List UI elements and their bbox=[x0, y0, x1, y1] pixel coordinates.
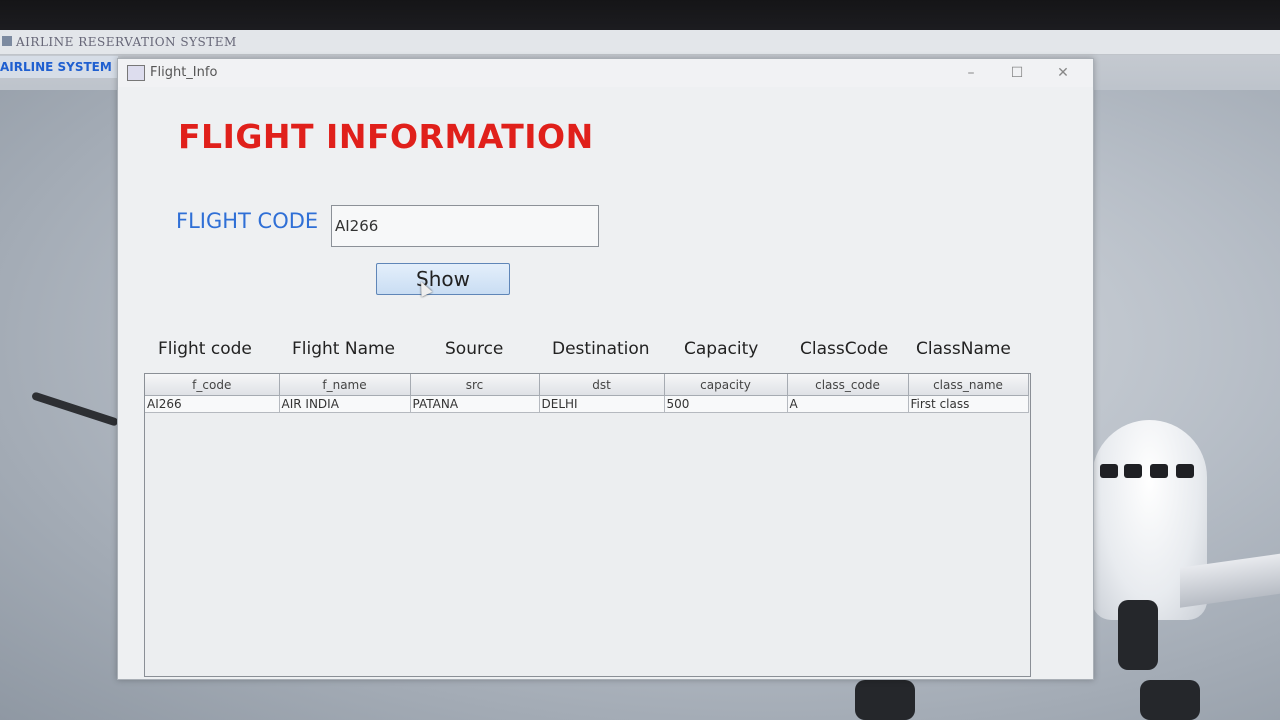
table-cell[interactable]: A bbox=[787, 395, 909, 413]
column-label: Flight Name bbox=[292, 339, 396, 359]
parent-window-titlebar: AIRLINE RESERVATION SYSTEM bbox=[0, 30, 1280, 55]
table-cell[interactable]: 500 bbox=[664, 395, 788, 413]
maximize-button[interactable]: ☐ bbox=[1002, 63, 1032, 83]
table-header-row: f_code f_name src dst capacity class_cod… bbox=[145, 374, 1029, 396]
window-titlebar[interactable]: Flight_Info – ☐ ✕ bbox=[118, 59, 1093, 87]
plane-window bbox=[1150, 464, 1168, 478]
landing-gear bbox=[1118, 600, 1158, 670]
table-cell[interactable]: AI266 bbox=[145, 395, 280, 413]
table-header[interactable]: f_name bbox=[279, 374, 411, 396]
table-header[interactable]: class_name bbox=[908, 374, 1029, 396]
column-label: Capacity bbox=[684, 339, 759, 359]
column-label: Flight code bbox=[158, 339, 252, 359]
column-label: Source bbox=[445, 339, 504, 359]
show-button[interactable]: Show bbox=[376, 263, 510, 295]
menubar: AIRLINE SYSTEM bbox=[0, 56, 118, 78]
landing-gear bbox=[1140, 680, 1200, 720]
table-cell[interactable]: AIR INDIA bbox=[279, 395, 411, 413]
minimize-button[interactable]: – bbox=[956, 63, 986, 83]
column-label: ClassName bbox=[916, 339, 1011, 359]
parent-window-title: AIRLINE RESERVATION SYSTEM bbox=[16, 35, 237, 49]
table-header[interactable]: capacity bbox=[664, 374, 788, 396]
table-header[interactable]: f_code bbox=[145, 374, 280, 396]
table-header[interactable]: src bbox=[410, 374, 540, 396]
plane-window bbox=[1176, 464, 1194, 478]
plane-window bbox=[1124, 464, 1142, 478]
column-label: Destination bbox=[552, 339, 650, 359]
app-icon bbox=[2, 36, 12, 46]
flight-code-label: FLIGHT CODE bbox=[176, 209, 319, 233]
table-cell[interactable]: PATANA bbox=[410, 395, 540, 413]
menu-airline-system[interactable]: AIRLINE SYSTEM bbox=[0, 60, 112, 74]
flight-table[interactable]: f_code f_name src dst capacity class_cod… bbox=[144, 373, 1031, 677]
table-row[interactable]: AI266 AIR INDIA PATANA DELHI 500 A First… bbox=[145, 395, 1029, 413]
close-button[interactable]: ✕ bbox=[1048, 63, 1078, 83]
flight-code-input[interactable] bbox=[331, 205, 599, 247]
table-cell[interactable]: DELHI bbox=[539, 395, 665, 413]
window-icon bbox=[127, 65, 145, 81]
table-cell[interactable]: First class bbox=[908, 395, 1029, 413]
plane-window bbox=[1100, 464, 1118, 478]
flight-info-window: Flight_Info – ☐ ✕ FLIGHT INFORMATION FLI… bbox=[117, 58, 1094, 680]
table-header[interactable]: dst bbox=[539, 374, 665, 396]
window-title: Flight_Info bbox=[150, 65, 218, 80]
column-label: ClassCode bbox=[800, 339, 889, 359]
page-title: FLIGHT INFORMATION bbox=[178, 117, 594, 156]
landing-gear bbox=[855, 680, 915, 720]
table-header[interactable]: class_code bbox=[787, 374, 909, 396]
